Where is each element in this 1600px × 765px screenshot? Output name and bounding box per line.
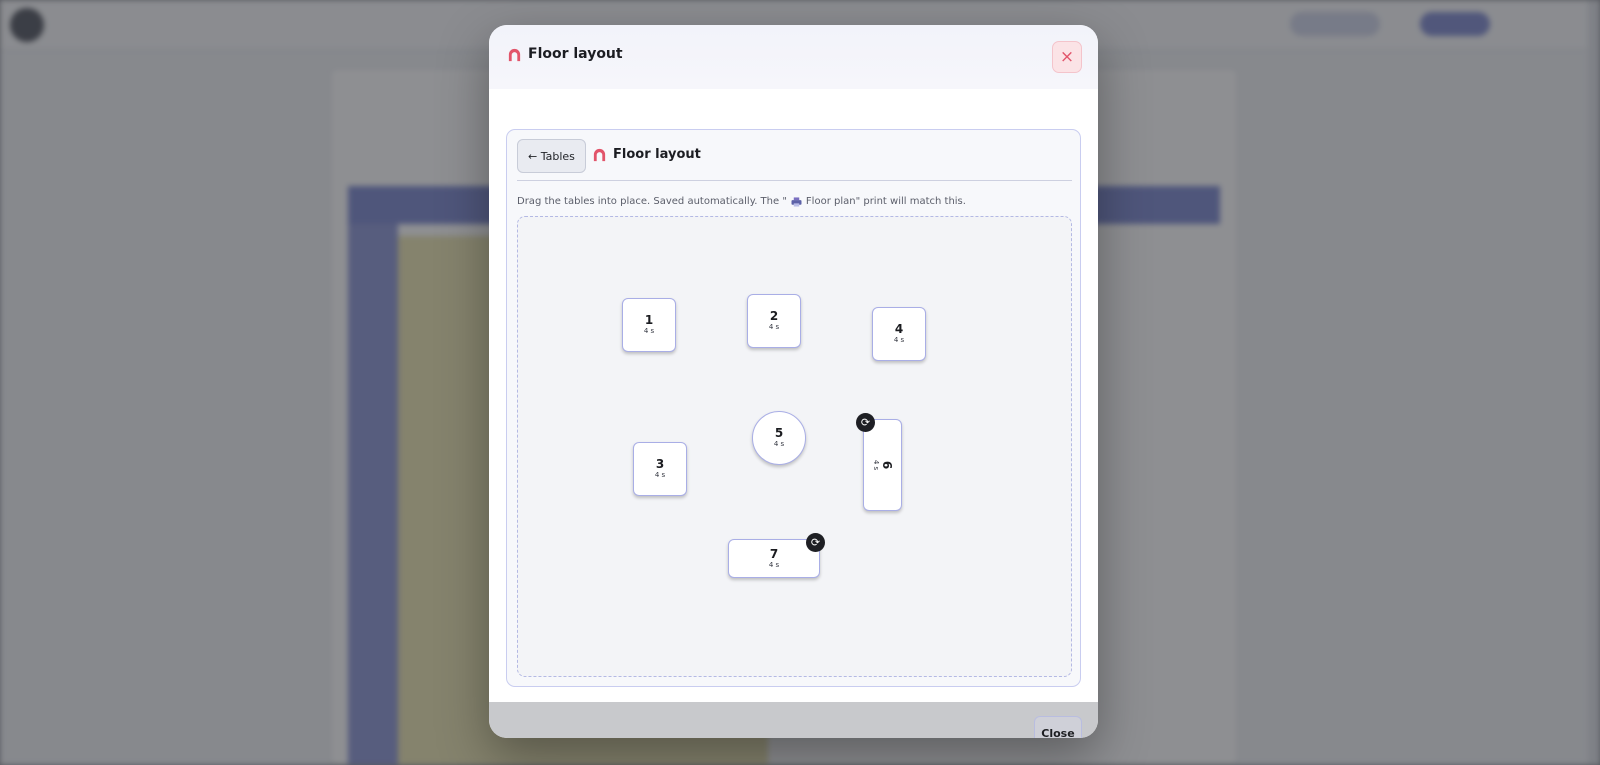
rotate-icon[interactable]: ⟳ bbox=[856, 413, 875, 432]
rotate-icon[interactable]: ⟳ bbox=[806, 533, 825, 552]
floor-layout-modal: Floor layout × ← Tables Floor layout Dra… bbox=[489, 25, 1098, 738]
table-number: 3 bbox=[655, 457, 665, 471]
modal-footer: Close bbox=[489, 702, 1098, 738]
table-seats: 4 s bbox=[872, 459, 881, 471]
printer-icon bbox=[791, 196, 802, 207]
table-4[interactable]: 4 4 s bbox=[872, 307, 926, 361]
table-number: 2 bbox=[769, 309, 779, 323]
table-seats: 4 s bbox=[893, 336, 905, 344]
table-number: 5 bbox=[774, 426, 784, 440]
rotate-glyph: ⟳ bbox=[810, 536, 821, 549]
table-seats: 4 s bbox=[768, 560, 780, 569]
table-label-rotated: 6 4 s bbox=[871, 459, 895, 471]
floor-canvas[interactable]: 1 4 s 2 4 s 4 4 s 5 4 s 3 4 s 6 4 s ⟳ 7 … bbox=[517, 216, 1072, 677]
arch-icon bbox=[508, 48, 521, 61]
table-seats: 4 s bbox=[768, 323, 780, 331]
close-icon[interactable]: × bbox=[1052, 41, 1082, 73]
modal-title-text: Floor layout bbox=[528, 46, 623, 62]
table-seats: 4 s bbox=[654, 471, 666, 479]
modal-body: ← Tables Floor layout Drag the tables in… bbox=[489, 89, 1098, 702]
back-to-tables-button[interactable]: ← Tables bbox=[517, 139, 586, 173]
table-1[interactable]: 1 4 s bbox=[622, 298, 676, 352]
hint-after: Floor plan" print will match this. bbox=[805, 196, 966, 207]
instructions-text: Drag the tables into place. Saved automa… bbox=[517, 196, 966, 207]
close-button-label: Close bbox=[1041, 726, 1075, 739]
arch-icon bbox=[593, 148, 606, 162]
close-button[interactable]: Close bbox=[1034, 716, 1082, 738]
divider bbox=[517, 180, 1072, 181]
hint-before: Drag the tables into place. Saved automa… bbox=[517, 196, 787, 207]
modal-header: Floor layout × bbox=[489, 25, 1098, 89]
table-seats: 4 s bbox=[643, 327, 655, 335]
rotate-glyph: ⟳ bbox=[860, 416, 871, 429]
table-number: 6 bbox=[880, 460, 895, 470]
table-2[interactable]: 2 4 s bbox=[747, 294, 801, 348]
back-button-label: ← Tables bbox=[528, 149, 575, 163]
table-3[interactable]: 3 4 s bbox=[633, 442, 687, 496]
table-number: 4 bbox=[894, 322, 904, 336]
close-glyph: × bbox=[1059, 47, 1075, 67]
modal-title: Floor layout bbox=[507, 46, 623, 62]
floor-layout-panel: ← Tables Floor layout Drag the tables in… bbox=[506, 129, 1081, 687]
table-6[interactable]: 6 4 s bbox=[863, 419, 902, 511]
table-seats: 4 s bbox=[773, 440, 785, 448]
table-number: 7 bbox=[769, 546, 779, 561]
table-5[interactable]: 5 4 s bbox=[752, 411, 806, 465]
table-number: 1 bbox=[644, 313, 654, 327]
panel-title-text: Floor layout bbox=[613, 147, 701, 162]
panel-title: Floor layout bbox=[592, 147, 701, 162]
